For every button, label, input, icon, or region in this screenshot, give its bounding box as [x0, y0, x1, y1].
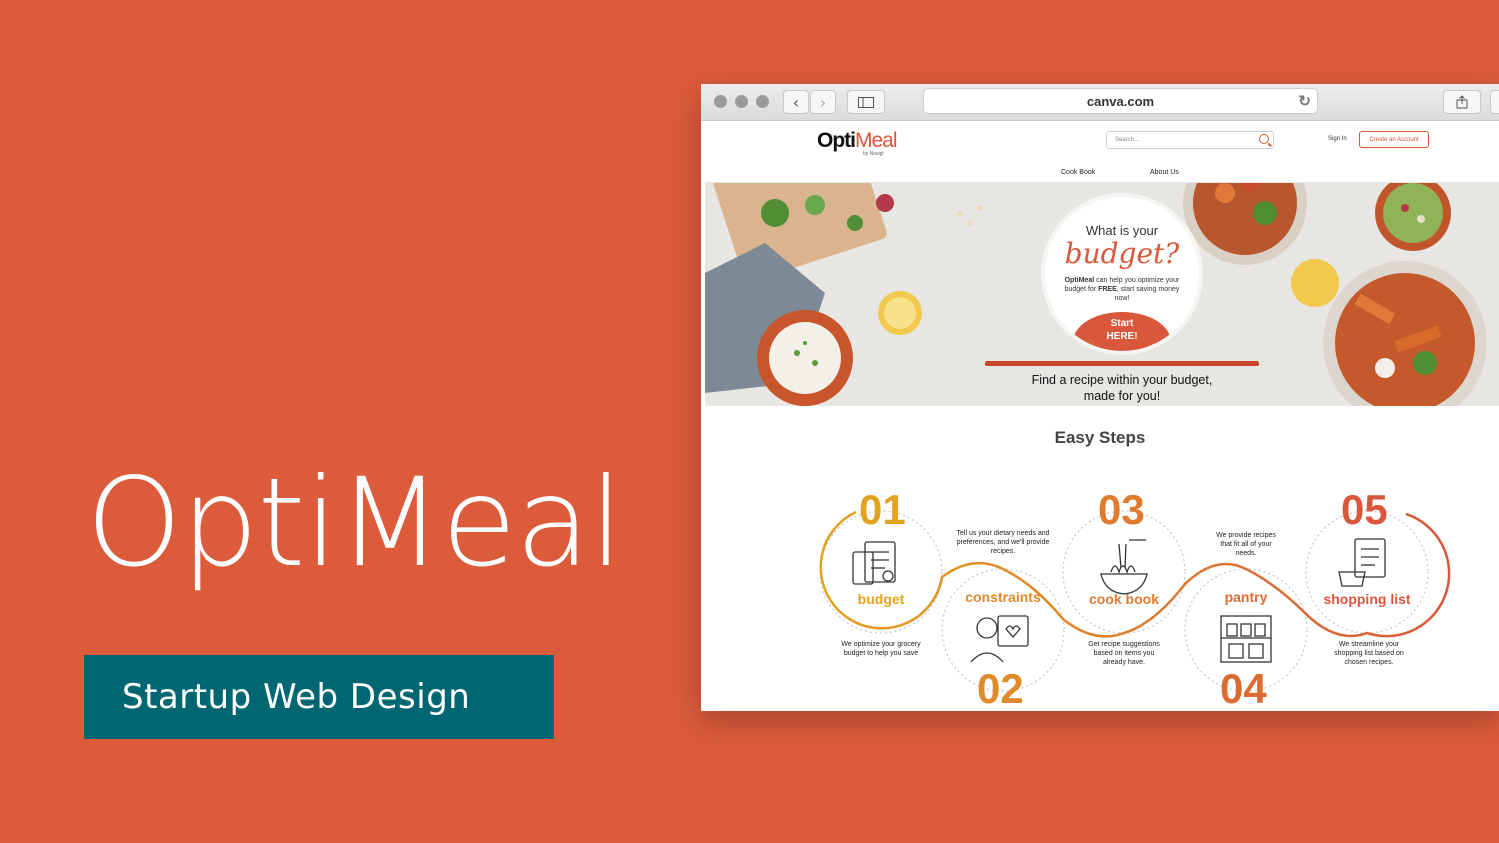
step-description: We optimize your grocery budget to help …	[841, 641, 921, 657]
pantry-shelf-icon	[1220, 615, 1272, 663]
step-label[interactable]: shopping list	[1312, 591, 1422, 607]
step-number: 04	[1220, 665, 1267, 711]
step-number: 02	[977, 665, 1024, 711]
step-label[interactable]: constraints	[953, 589, 1053, 605]
step-number: 01	[859, 486, 906, 533]
step-description: We streamline your shopping list based o…	[1334, 641, 1404, 666]
step-label[interactable]: pantry	[1206, 589, 1286, 605]
tagline-box: Startup Web Design	[84, 655, 554, 739]
shopping-list-icon	[1338, 538, 1386, 587]
step-description: Get recipe suggestions based on items yo…	[1088, 641, 1160, 666]
noodle-bowl-icon	[1100, 539, 1148, 595]
calculator-icon	[852, 541, 896, 585]
step-number: 03	[1098, 486, 1145, 533]
step-label[interactable]: cook book	[1074, 591, 1174, 607]
hero-title: OptiMeal	[86, 452, 623, 594]
step-number: 05	[1341, 486, 1388, 533]
chef-heart-icon	[970, 615, 1029, 663]
tagline-text: Startup Web Design	[122, 677, 471, 717]
browser-window: ‹ › canva.com ↻ What is your budget? Opt…	[701, 84, 1499, 711]
steps-wave	[819, 510, 1451, 692]
step-label[interactable]: budget	[841, 591, 921, 607]
step-description: We provide recipes that fit all of your …	[1216, 532, 1276, 557]
step-description: Tell us your dietary needs and preferenc…	[956, 530, 1050, 555]
